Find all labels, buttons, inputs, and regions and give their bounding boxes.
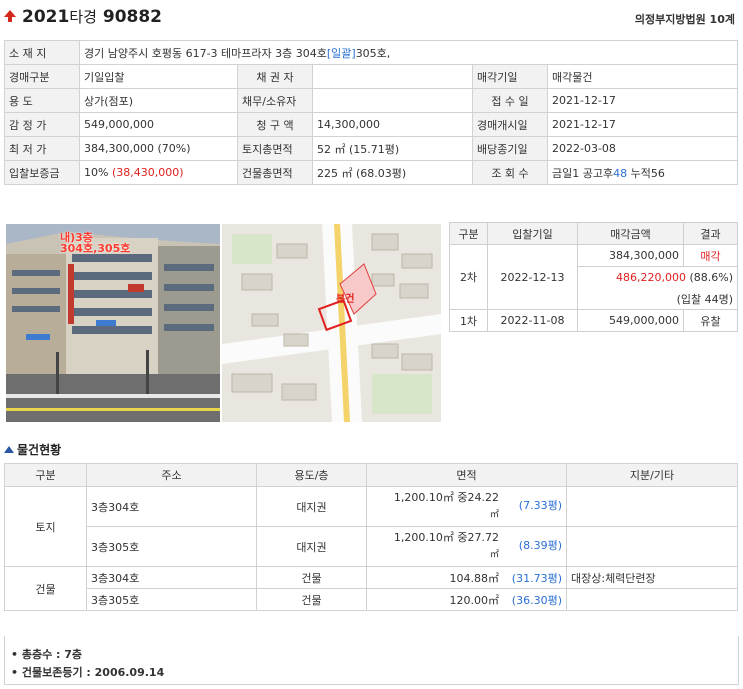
goods-section-title: 물건현황 xyxy=(4,441,61,458)
goods-table: 구분 주소 용도/층 면적 지분/기타 토지 3층304호 대지권 1,200.… xyxy=(4,463,738,611)
building-label: 건물 xyxy=(4,566,87,611)
case-header: 2021타경 90882 의정부지방법원 10계 xyxy=(4,6,735,30)
table-row: 3층305호 건물 120.00㎡ (36.30평) xyxy=(5,588,738,611)
location-map[interactable]: 본건 xyxy=(222,224,441,422)
land-area: 52 ㎡ (15.71평) xyxy=(312,136,473,161)
min-price: 384,300,000 (70%) xyxy=(79,136,238,161)
start-date: 2021-12-17 xyxy=(547,112,738,137)
total-floors: • 총층수 : 7층 xyxy=(11,648,83,661)
bundle-link[interactable]: [일괄] xyxy=(327,47,356,60)
registration-date: • 건물보존등기 : 2006.09.14 xyxy=(11,666,165,679)
round-2: 2차 xyxy=(449,244,488,310)
table-row: 토지 3층304호 대지권 1,200.10㎡ 중24.22 ㎡ (7.33평) xyxy=(4,486,738,567)
received-date: 2021-12-17 xyxy=(547,88,738,113)
bid-history-table: 구분 입찰기일 매각금액 결과 2차 2022-12-13 384,300,00… xyxy=(449,222,738,332)
round-2-min: 384,300,000 xyxy=(577,244,684,267)
appraisal-value: 549,000,000 xyxy=(79,112,238,137)
usage: 상가(점포) xyxy=(79,88,238,113)
creditor xyxy=(312,64,473,89)
debtor xyxy=(312,88,473,113)
round-2-date: 2022-12-13 xyxy=(487,244,578,310)
building-area: 225 ㎡ (68.03평) xyxy=(312,160,473,185)
auction-type: 기일입찰 xyxy=(79,64,238,89)
table-row: 3층305호 대지권 1,200.10㎡ 중27.72 ㎡ (8.39평) xyxy=(5,526,738,567)
round-2-result: 매각 xyxy=(683,244,738,267)
round-1-price: 549,000,000 xyxy=(577,309,684,332)
round-1-result: 유찰 xyxy=(683,309,738,332)
address-value: 경기 남양주시 호평동 617-3 테마프라자 3층 304호[일괄]305호, xyxy=(79,40,738,65)
round-2-bidders: (입찰 44명) xyxy=(577,288,738,310)
view-count: 금일1 공고후48 누적56 xyxy=(547,160,738,185)
round-1-date: 2022-11-08 xyxy=(487,309,578,332)
court-name: 의정부지방법원 10계 xyxy=(634,13,735,26)
photo-overlay-text: 내)3층 304호,305호 xyxy=(60,231,131,255)
case-number: 2021타경 90882 xyxy=(22,7,163,27)
sale-object: 매각물건 xyxy=(547,64,738,89)
address-label: 소 재 지 xyxy=(4,40,80,65)
dividend-date: 2022-03-08 xyxy=(547,136,738,161)
map-marker: 본건 xyxy=(336,294,355,305)
round-2-sold: 486,220,000 (88.6%) xyxy=(577,266,738,288)
round-1: 1차 xyxy=(449,309,488,332)
claim-amount: 14,300,000 xyxy=(312,112,473,137)
triangle-up-icon xyxy=(4,446,14,453)
arrow-up-icon xyxy=(4,10,16,17)
case-info-table: 소 재 지 경기 남양주시 호평동 617-3 테마프라자 3층 304호[일괄… xyxy=(4,40,738,185)
deposit: 10% (38,430,000) xyxy=(79,160,238,185)
property-photo[interactable]: 내)3층 304호,305호 xyxy=(6,224,220,422)
land-label: 토지 xyxy=(4,486,87,567)
table-row: 건물 3층304호 건물 104.88㎡ (31.73평) 대장상:체력단련장 xyxy=(4,566,738,611)
map-image xyxy=(222,224,441,422)
goods-footer: • 총층수 : 7층 • 건물보존등기 : 2006.09.14 xyxy=(4,636,739,685)
